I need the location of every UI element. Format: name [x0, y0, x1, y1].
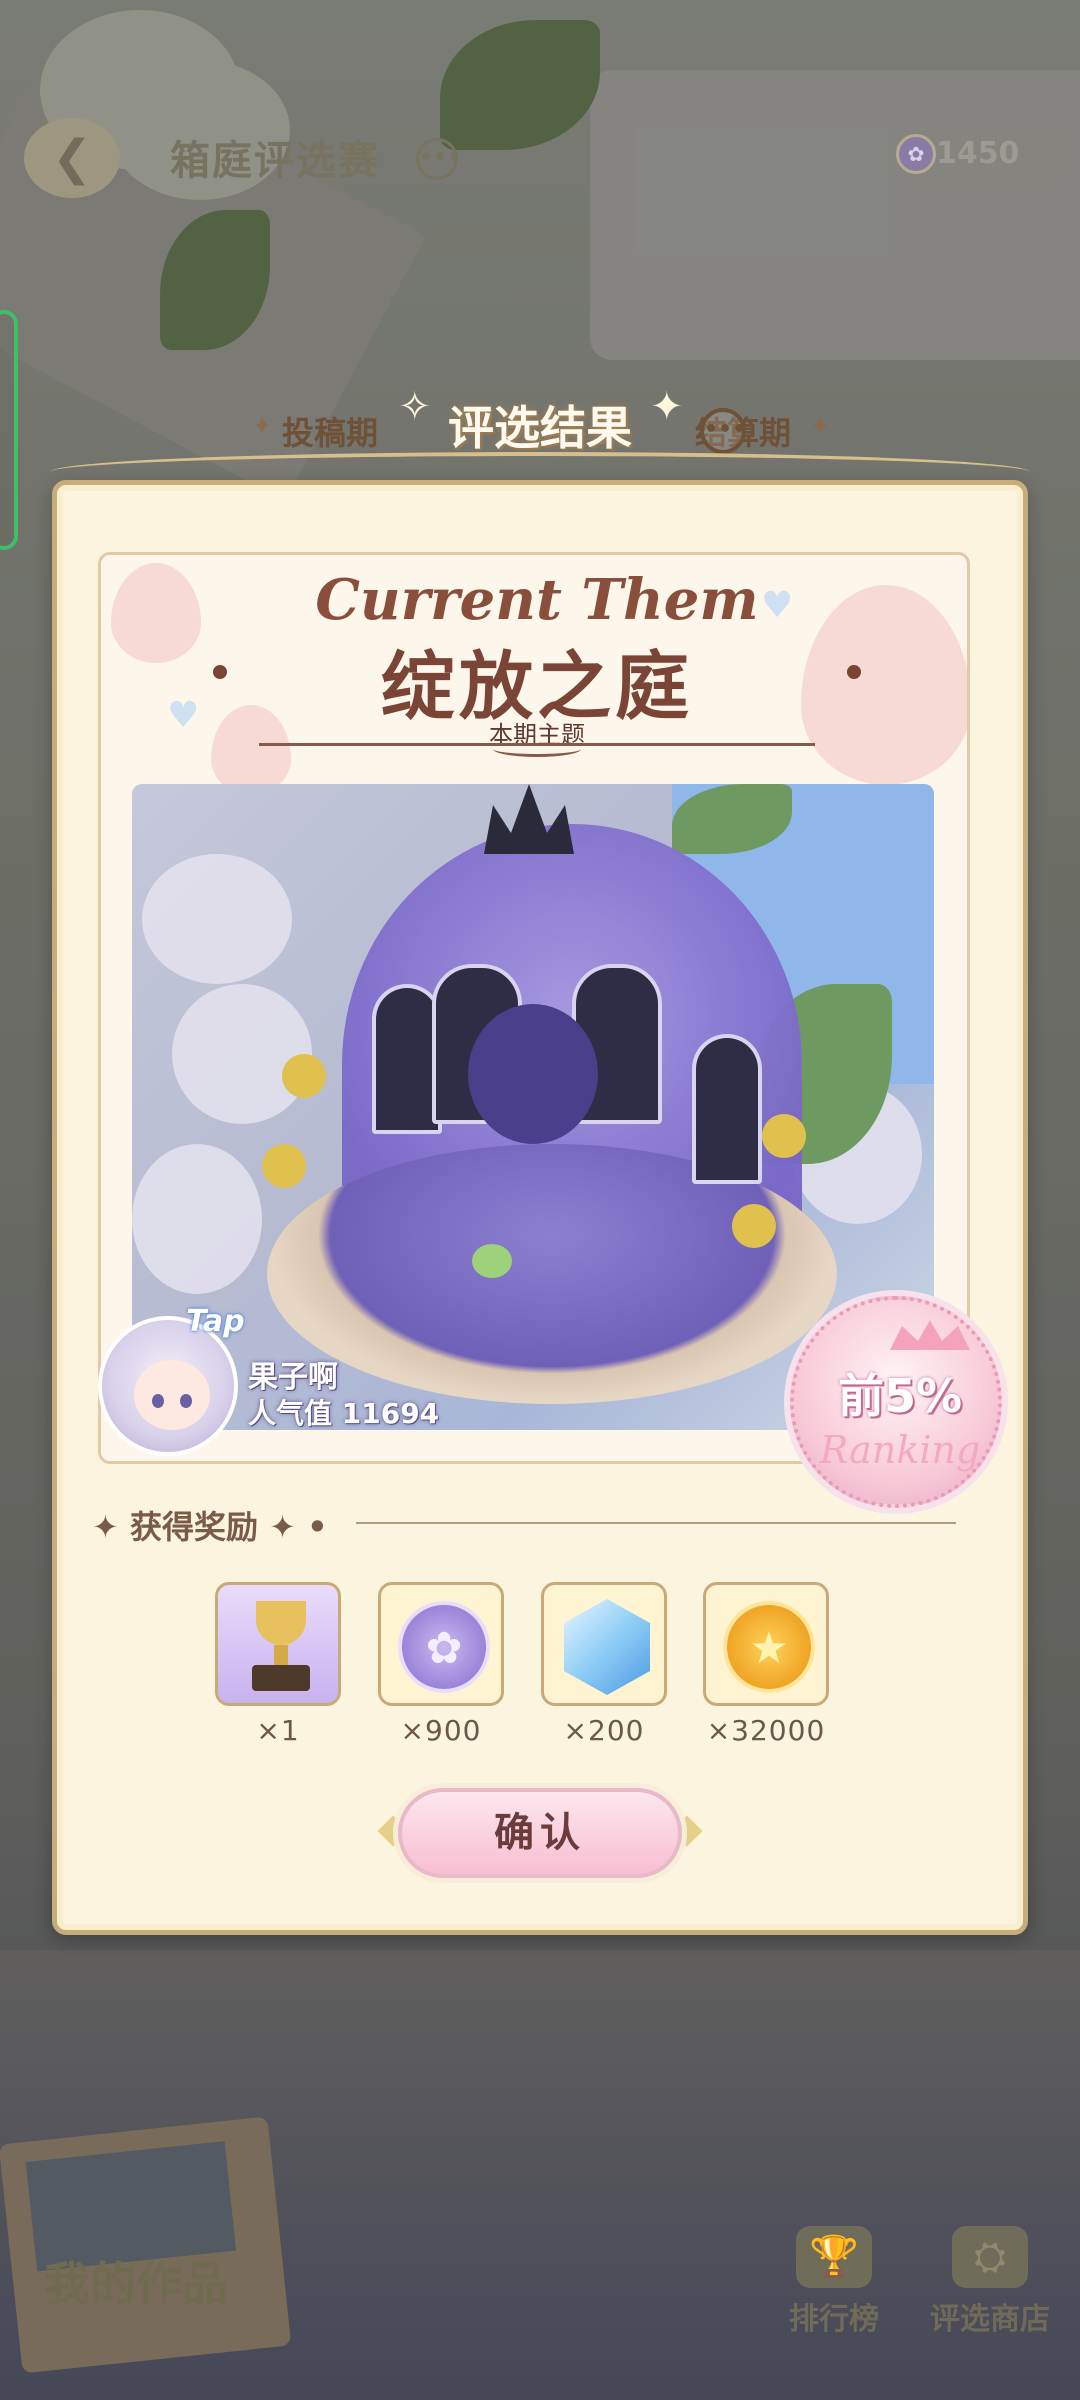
- star-icon: ✦: [92, 1508, 130, 1546]
- reward-item[interactable]: ★ ×32000: [703, 1582, 829, 1747]
- star-coin-icon: ★: [723, 1601, 815, 1693]
- flower-coin-icon: ✿: [398, 1601, 490, 1693]
- popularity-value: 人气值 11694: [248, 1397, 440, 1430]
- loading-ellipsis-icon: •••: [700, 408, 746, 454]
- star-icon: ✦ •: [257, 1508, 328, 1546]
- divider: [356, 1522, 956, 1524]
- reward-item[interactable]: ×200: [541, 1582, 667, 1747]
- tap-label[interactable]: Tap: [186, 1304, 245, 1339]
- leaderboard-button[interactable]: 🏆 排行榜: [764, 2226, 904, 2338]
- currency-display: ✿ 1450: [892, 128, 1072, 180]
- reward-item[interactable]: ×1: [215, 1582, 341, 1747]
- ranking-badge: 前5% Ranking: [790, 1296, 1002, 1508]
- crystal-gem-icon: [564, 1599, 650, 1695]
- reward-count: ×200: [563, 1714, 645, 1747]
- rewards-header: ✦ 获得奖励 ✦ •: [92, 1508, 328, 1546]
- page-title: 箱庭评选赛: [170, 138, 380, 184]
- reward-item[interactable]: ✿ ×900: [378, 1582, 504, 1747]
- result-banner-title: 评选结果: [448, 401, 632, 455]
- rank-script-label: Ranking: [819, 1428, 981, 1472]
- leaderboard-label: 排行榜: [789, 2302, 879, 2337]
- trophy-icon: 🏆: [796, 2226, 872, 2288]
- rank-percent: 前5%: [837, 1369, 963, 1423]
- reward-count: ×1: [256, 1714, 300, 1747]
- back-arrow-icon[interactable]: ❮: [24, 118, 120, 198]
- currency-value: 1450: [936, 136, 1020, 171]
- creator-name: 果子啊: [248, 1360, 338, 1395]
- crown-icon: [890, 1320, 970, 1350]
- flower-coin-icon: ✿: [896, 134, 936, 174]
- ellipsis-icon[interactable]: •••: [416, 138, 461, 180]
- theme-english-label: Current Them: [315, 567, 759, 633]
- reward-count: ×900: [400, 1714, 482, 1747]
- shop-button[interactable]: ⛭ 评选商店: [920, 2226, 1060, 2338]
- shop-label: 评选商店: [930, 2302, 1050, 2337]
- my-works-button[interactable]: 我的作品: [44, 2248, 228, 2314]
- confirm-button[interactable]: 确认: [398, 1788, 682, 1878]
- reward-count: ×32000: [706, 1714, 826, 1747]
- shop-icon: ⛭: [952, 2226, 1028, 2288]
